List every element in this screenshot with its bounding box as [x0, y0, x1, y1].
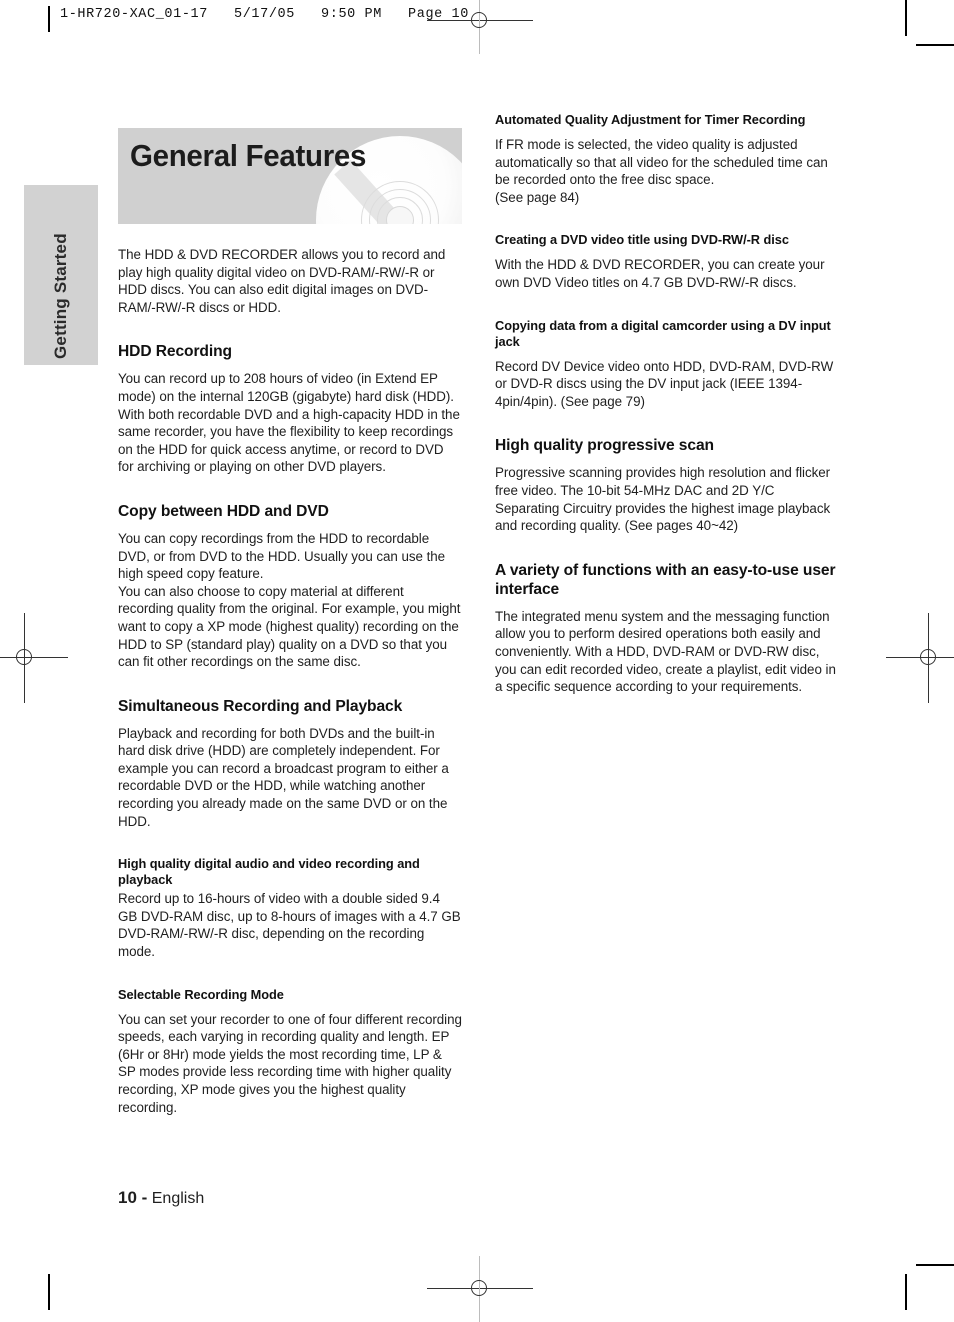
section-body: With the HDD & DVD RECORDER, you can cre…: [495, 257, 825, 290]
section-heading: A variety of functions with an easy-to-u…: [495, 561, 836, 598]
section-heading: High quality digital audio and video rec…: [118, 856, 420, 888]
right-column: Automated Quality Adjustment for Timer R…: [495, 112, 839, 696]
section-heading: Copy between HDD and DVD: [118, 502, 329, 520]
section-body: Playback and recording for both DVDs and…: [118, 725, 449, 829]
section-body: Progressive scanning provides high resol…: [495, 465, 831, 534]
page-title: General Features: [130, 138, 367, 173]
section-simultaneous-recording-and-playback: Simultaneous Recording and Playback Play…: [118, 697, 462, 831]
left-column: General Features The HDD & DVD RECORDER …: [118, 128, 462, 1116]
section-creating-a-dvd-video-title: Creating a DVD video title using DVD-RW/…: [495, 232, 839, 291]
chapter-banner: General Features: [118, 128, 462, 224]
section-body: You can set your recorder to one of four…: [118, 1011, 462, 1115]
section-body: If FR mode is selected, the video qualit…: [495, 137, 828, 205]
section-heading: Simultaneous Recording and Playback: [118, 697, 403, 715]
section-body: Record DV Device video onto HDD, DVD-RAM…: [495, 358, 834, 409]
section-copy-between-hdd-and-dvd: Copy between HDD and DVD You can copy re…: [118, 502, 462, 671]
footer-language: English: [151, 1190, 205, 1207]
section-hdd-recording: HDD Recording You can record up to 208 h…: [118, 342, 462, 476]
section-body: Record up to 16-hours of video with a do…: [118, 891, 461, 960]
section-heading: High quality progressive scan: [495, 437, 714, 455]
section-body: You can record up to 208 hours of video …: [118, 371, 460, 475]
page-content: General Features The HDD & DVD RECORDER …: [0, 0, 954, 1310]
section-heading: Automated Quality Adjustment for Timer R…: [495, 112, 806, 127]
section-variety-of-functions: A variety of functions with an easy-to-u…: [495, 561, 839, 696]
section-high-quality-progressive-scan: High quality progressive scan Progressiv…: [495, 436, 839, 534]
section-copying-data-from-digital-camcorder: Copying data from a digital camcorder us…: [495, 318, 839, 411]
section-heading: Creating a DVD video title using DVD-RW/…: [495, 232, 789, 248]
section-heading: Selectable Recording Mode: [118, 986, 284, 1002]
page-footer: 10 - English: [118, 1188, 204, 1208]
footer-page-number: 10 -: [118, 1188, 148, 1207]
section-selectable-recording-mode: Selectable Recording Mode You can set yo…: [118, 987, 462, 1117]
section-body: You can copy recordings from the HDD to …: [118, 530, 461, 670]
section-body: The integrated menu system and the messa…: [495, 608, 836, 695]
intro-paragraph: The HDD & DVD RECORDER allows you to rec…: [118, 247, 446, 315]
section-heading: HDD Recording: [118, 343, 232, 361]
section-high-quality-digital-audio-and-video: High quality digital audio and video rec…: [118, 856, 462, 960]
section-automated-quality-adjustment: Automated Quality Adjustment for Timer R…: [495, 112, 839, 206]
section-heading: Copying data from a digital camcorder us…: [495, 317, 831, 349]
